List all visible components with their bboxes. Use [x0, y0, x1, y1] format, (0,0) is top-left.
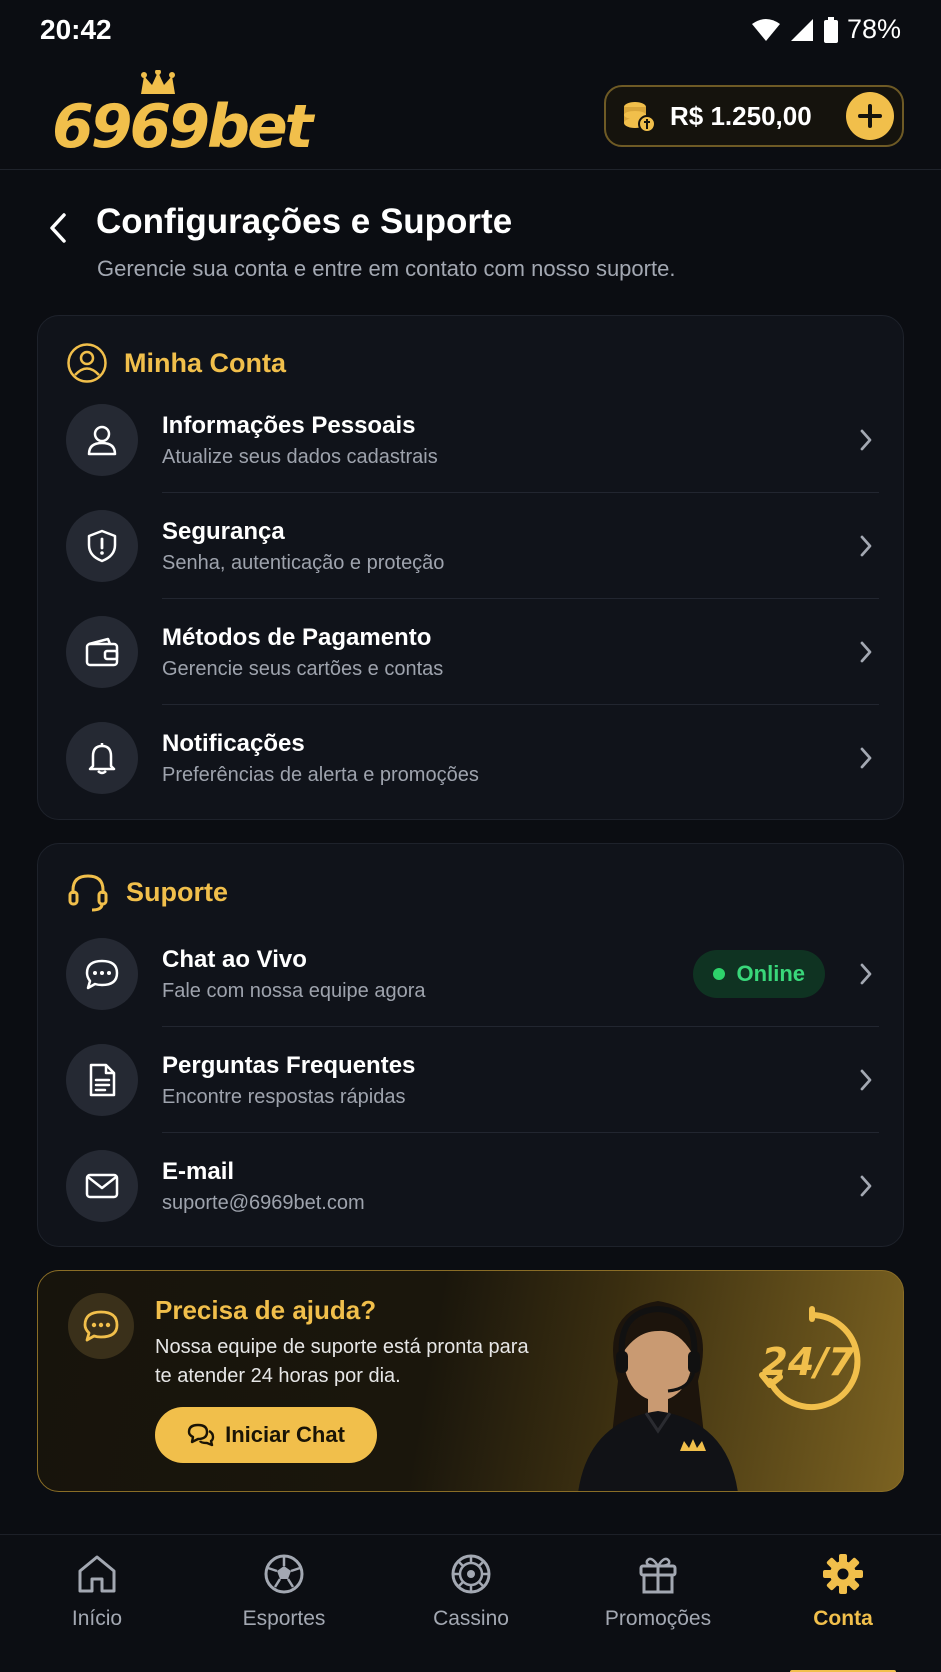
- nav-label: Esportes: [242, 1607, 326, 1630]
- signal-icon: [790, 18, 813, 41]
- wallet-icon: [66, 616, 138, 688]
- nav-casino[interactable]: Cassino: [396, 1553, 546, 1631]
- chevron-right-icon: [860, 535, 872, 557]
- support-item-title: E-mail: [162, 1157, 235, 1185]
- support-item-subtitle: Encontre respostas rápidas: [162, 1085, 406, 1108]
- account-item-subtitle: Gerencie seus cartões e contas: [162, 657, 444, 680]
- chevron-right-icon: [860, 1175, 872, 1197]
- support-24-7-text: 24/7: [761, 1340, 855, 1384]
- user-circle-icon: [67, 343, 107, 383]
- support-agent-illustration: [578, 1301, 738, 1491]
- support-section-title: Suporte: [126, 876, 229, 907]
- coins-icon: [624, 102, 656, 133]
- chevron-right-icon: [860, 429, 872, 451]
- app-header: 6969bet R$ 1.250,00: [0, 58, 941, 170]
- help-banner-title: Precisa de ajuda?: [155, 1295, 377, 1325]
- wifi-icon: [751, 18, 780, 41]
- account-item-subtitle: Senha, autenticação e proteção: [162, 551, 445, 574]
- support-item-title: Chat ao Vivo: [162, 945, 307, 973]
- nav-label: Promoções: [604, 1607, 712, 1630]
- shield-icon: [66, 510, 138, 582]
- chevron-right-icon: [860, 1069, 872, 1091]
- support-24-7-icon: 24/7: [759, 1306, 861, 1410]
- support-item-faq[interactable]: Perguntas Frequentes Encontre respostas …: [66, 1027, 879, 1133]
- start-chat-button[interactable]: Iniciar Chat: [155, 1407, 377, 1463]
- brand-name: 6969bet: [52, 92, 313, 162]
- nav-label: Conta: [813, 1607, 873, 1630]
- chevron-right-icon: [860, 963, 872, 985]
- nav-sports[interactable]: Esportes: [209, 1553, 359, 1631]
- back-button[interactable]: [40, 208, 76, 248]
- chevron-left-icon: [50, 213, 66, 243]
- support-section: Suporte Chat ao Vivo Fale com nossa equi…: [37, 843, 904, 1247]
- nav-promotions[interactable]: Promoções: [583, 1553, 733, 1631]
- status-icons: 78%: [751, 14, 901, 45]
- account-item-title: Informações Pessoais: [162, 411, 416, 439]
- support-item-live-chat[interactable]: Chat ao Vivo Fale com nossa equipe agora…: [66, 921, 879, 1027]
- account-item-personal-info[interactable]: Informações Pessoais Atualize seus dados…: [66, 387, 879, 493]
- account-item-title: Métodos de Pagamento: [162, 623, 432, 651]
- balance-amount: R$ 1.250,00: [670, 100, 812, 131]
- account-item-title: Notificações: [162, 729, 305, 757]
- nav-account[interactable]: Conta: [768, 1553, 918, 1631]
- chat-bubble-icon: [68, 1293, 134, 1359]
- online-status-badge: Online: [692, 950, 825, 998]
- status-bar: 20:42 78%: [0, 0, 941, 58]
- user-icon: [66, 404, 138, 476]
- support-section-header: Suporte: [66, 870, 228, 914]
- chevron-right-icon: [860, 747, 872, 769]
- chat-bubbles-icon: [187, 1423, 215, 1447]
- wallet-balance[interactable]: R$ 1.250,00: [604, 85, 904, 147]
- battery-level: 78%: [846, 14, 901, 44]
- account-item-notifications[interactable]: Notificações Preferências de alerta e pr…: [66, 705, 879, 811]
- account-section-title: Minha Conta: [124, 347, 286, 378]
- account-item-security[interactable]: Segurança Senha, autenticação e proteção: [66, 493, 879, 599]
- headset-icon: [68, 874, 108, 912]
- account-section: Minha Conta Informações Pessoais Atualiz…: [37, 315, 904, 820]
- gear-icon: [823, 1554, 863, 1594]
- support-email-address: suporte@6969bet.com: [162, 1191, 365, 1214]
- home-icon: [78, 1555, 116, 1593]
- support-item-email[interactable]: E-mail suporte@6969bet.com: [66, 1133, 879, 1239]
- help-banner: Precisa de ajuda? Nossa equipe de suport…: [37, 1270, 904, 1492]
- nav-home[interactable]: Início: [22, 1553, 172, 1631]
- nav-label: Início: [71, 1607, 123, 1630]
- brand-logo[interactable]: 6969bet: [52, 70, 322, 162]
- support-item-subtitle: Fale com nossa equipe agora: [162, 979, 426, 1002]
- support-item-title: Perguntas Frequentes: [162, 1051, 416, 1079]
- deposit-button[interactable]: [846, 92, 894, 140]
- account-section-header: Minha Conta: [66, 342, 286, 384]
- roulette-icon: [451, 1554, 491, 1594]
- document-icon: [66, 1044, 138, 1116]
- mail-icon: [66, 1150, 138, 1222]
- page-title: Configurações e Suporte: [96, 202, 513, 241]
- gift-icon: [639, 1557, 677, 1594]
- nav-label: Cassino: [433, 1607, 509, 1630]
- account-item-subtitle: Preferências de alerta e promoções: [162, 763, 479, 786]
- bottom-nav: Início Esportes Cassino Promoções Conta: [0, 1534, 941, 1672]
- status-time: 20:42: [40, 14, 112, 45]
- account-item-payment-methods[interactable]: Métodos de Pagamento Gerencie seus cartõ…: [66, 599, 879, 705]
- help-banner-text: Nossa equipe de suporte está pronta para…: [155, 1336, 529, 1387]
- plus-icon: [858, 104, 882, 128]
- account-item-subtitle: Atualize seus dados cadastrais: [162, 445, 438, 468]
- chat-icon: [66, 938, 138, 1010]
- online-status-text: Online: [736, 961, 805, 986]
- battery-icon: [823, 16, 838, 43]
- chevron-right-icon: [860, 641, 872, 663]
- bell-icon: [66, 722, 138, 794]
- online-dot-icon: [712, 968, 725, 980]
- soccer-ball-icon: [264, 1554, 304, 1594]
- account-item-title: Segurança: [162, 517, 285, 545]
- start-chat-label: Iniciar Chat: [225, 1422, 345, 1447]
- page-subtitle: Gerencie sua conta e entre em contato co…: [97, 256, 676, 281]
